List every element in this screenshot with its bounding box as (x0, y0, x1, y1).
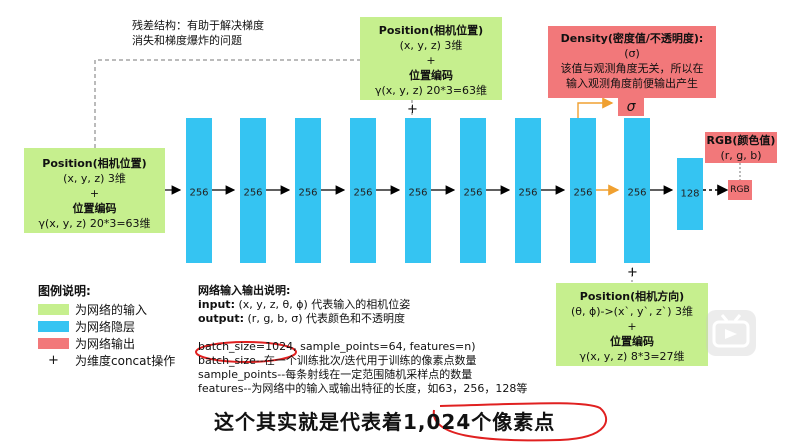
io-batch-line: batch_size=1024, sample_points=64, featu… (198, 340, 527, 354)
legend-swatch-hidden (38, 321, 69, 332)
legend-label-output: 为网络输出 (75, 337, 136, 351)
hidden-layer-6-label: 256 (463, 187, 483, 199)
hidden-layer-5-label: 256 (408, 187, 428, 199)
direction-box-title: Position(相机方向) (579, 290, 685, 303)
hidden-layer-5: 256 (405, 118, 431, 263)
legend-swatch-input (38, 304, 69, 315)
hidden-layer-3: 256 (295, 118, 321, 263)
input-box-line3: γ(x, y, z) 20*3=63维 (38, 217, 151, 230)
hidden-layer-8: 256 (570, 118, 596, 263)
hidden-layer-2-label: 256 (243, 187, 263, 199)
rgb-value-box: RGB(颜色值) (r, g, b) (705, 132, 777, 163)
concat-box-plus: + (426, 54, 436, 67)
legend-plus-symbol: + (48, 353, 59, 368)
io-input-key: input: (198, 298, 235, 311)
legend: 图例说明: 为网络的输入 为网络隐层 为网络输出 + 为维度concat操作 (38, 282, 175, 369)
direction-box-plus: + (627, 320, 637, 333)
sigma-label: σ (626, 99, 636, 115)
hidden-layer-4: 256 (350, 118, 376, 263)
direction-box-line2: 位置编码 (610, 335, 654, 348)
hidden-layer-4-label: 256 (353, 187, 373, 199)
subtitle-highlight: 1,024个像素点 (403, 410, 556, 434)
io-output-text: (r, g, b, σ) 代表颜色和不透明度 (244, 312, 406, 325)
io-output-key: output: (198, 312, 245, 325)
hidden-layer-1: 256 (186, 118, 212, 263)
direction-box-line3: γ(x, y, z) 8*3=27维 (579, 350, 685, 363)
sigma-output: σ (618, 98, 644, 116)
rgb-box-line1: (r, g, b) (720, 149, 762, 162)
io-info: 网络输入输出说明: input: (x, y, z, θ, ϕ) 代表输入的相机… (198, 284, 527, 396)
hidden-layer-7-label: 256 (518, 187, 538, 199)
density-box-line2: 该值与观测角度无关，所以在 (560, 62, 704, 75)
legend-row-concat: + 为维度concat操作 (38, 352, 175, 369)
input-box-title: Position(相机位置) (42, 157, 147, 170)
concat-box-line2: 位置编码 (409, 69, 453, 82)
io-batch-desc: batch_size--在一个训练批次/迭代用于训练的像素点数量 (198, 354, 477, 367)
io-sample-desc: sample_points--每条射线在一定范围随机采样点的数量 (198, 368, 473, 381)
io-batch-key: batch_size (198, 340, 256, 353)
io-output-line: output: (r, g, b, σ) 代表颜色和不透明度 (198, 312, 527, 326)
density-output-box: Density(密度值/不透明度): (σ) 该值与观测角度无关，所以在 输入观… (548, 26, 716, 98)
io-batch-eq: =1024, (255, 340, 297, 353)
legend-title: 图例说明: (38, 284, 91, 298)
legend-row-input: 为网络的输入 (38, 301, 175, 318)
hidden-layer-6: 256 (460, 118, 486, 263)
hidden-layer-2: 256 (240, 118, 266, 263)
io-input-text: (x, y, z, θ, ϕ) 代表输入的相机位姿 (234, 298, 411, 311)
direction-input-box: Position(相机方向) (θ, ϕ)->(x`, y`, z`) 3维 +… (556, 283, 708, 366)
density-box-title: Density(密度值/不透明度): (560, 32, 704, 45)
legend-label-hidden: 为网络隐层 (75, 320, 136, 334)
legend-row-hidden: 为网络隐层 (38, 318, 175, 335)
residual-note-line1: 残差结构：有助于解决梯度 (132, 19, 264, 32)
hidden-layer-7: 256 (515, 118, 541, 263)
legend-row-output: 为网络输出 (38, 335, 175, 352)
io-input-line: input: (x, y, z, θ, ϕ) 代表输入的相机位姿 (198, 298, 527, 312)
density-box-line1: (σ) (624, 47, 640, 60)
io-features-desc: features--为网络中的输入或输出特征的长度，如63，256，128等 (198, 382, 528, 395)
plus-mark-bottom: + (627, 265, 638, 280)
input-box-plus: + (89, 187, 100, 200)
legend-label-concat: 为维度concat操作 (75, 354, 176, 368)
arrow-to-sigma (577, 97, 614, 118)
input-position-box: Position(相机位置) (x, y, z) 3维 + 位置编码 γ(x, … (24, 148, 165, 233)
hidden-layer-1-label: 256 (189, 187, 209, 199)
video-logo-icon (706, 310, 756, 356)
concat-box-line1: (x, y, z) 3维 (399, 39, 463, 52)
concat-position-box: Position(相机位置) (x, y, z) 3维 + 位置编码 γ(x, … (360, 17, 502, 100)
density-box-line3: 输入观测角度前便输出产生 (566, 77, 698, 90)
hidden-layer-9-label: 256 (627, 187, 647, 199)
hidden-layer-9: 256 (624, 118, 650, 263)
residual-note: 残差结构：有助于解决梯度 消失和梯度爆炸的问题 (132, 18, 264, 48)
hidden-layer-10: 128 (677, 158, 703, 230)
concat-box-line3: γ(x, y, z) 20*3=63维 (374, 84, 488, 97)
subtitle-prefix: 这个其实就是代表着 (214, 410, 403, 434)
input-box-line1: (x, y, z) 3维 (63, 172, 126, 185)
hidden-layer-10-label: 128 (680, 188, 700, 200)
rgb-box-title: RGB(颜色值) (706, 134, 776, 147)
io-batch-rest: sample_points=64, features=n) (296, 340, 476, 353)
input-box-line2: 位置编码 (72, 202, 117, 215)
residual-note-line2: 消失和梯度爆炸的问题 (132, 34, 242, 47)
direction-box-line1: (θ, ϕ)->(x`, y`, z`) 3维 (570, 305, 694, 318)
concat-box-title: Position(相机位置) (378, 24, 484, 37)
rgb-output: RGB (728, 180, 752, 200)
legend-label-input: 为网络的输入 (75, 303, 148, 317)
legend-swatch-output (38, 338, 69, 349)
plus-mark-top: + (407, 102, 418, 117)
hidden-layer-8-label: 256 (573, 187, 593, 199)
io-title: 网络输入输出说明: (198, 284, 291, 297)
hidden-layer-3-label: 256 (298, 187, 318, 199)
subtitle: 这个其实就是代表着1,024个像素点 (214, 406, 555, 435)
rgb-output-label: RGB (730, 185, 750, 195)
